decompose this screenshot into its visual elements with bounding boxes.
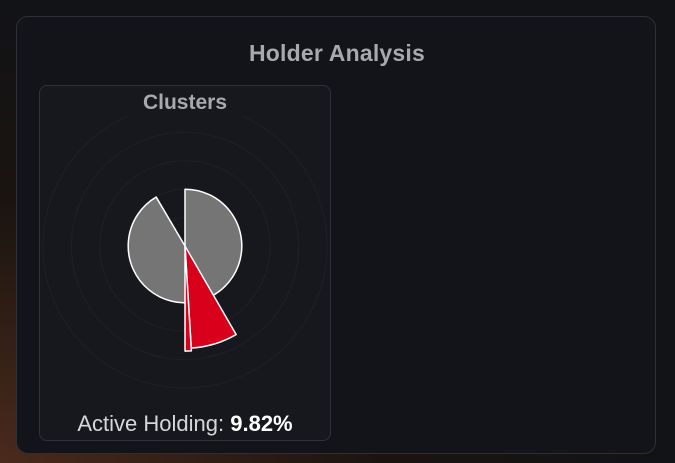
active-holding-value: 9.82% — [230, 411, 293, 436]
chart-slices — [127, 188, 243, 352]
active-holding-row: Active Holding: 9.82% — [40, 411, 330, 437]
panel-title: Holder Analysis — [249, 40, 425, 66]
clusters-polar-chart — [42, 116, 328, 389]
clusters-card: Clusters Active Holding: 9.82% — [39, 85, 331, 441]
holder-analysis-panel: Holder Analysis Clusters Active Holding:… — [16, 16, 656, 454]
clusters-title: Clusters — [142, 91, 228, 114]
active-holding-label: Active Holding: — [77, 411, 225, 436]
